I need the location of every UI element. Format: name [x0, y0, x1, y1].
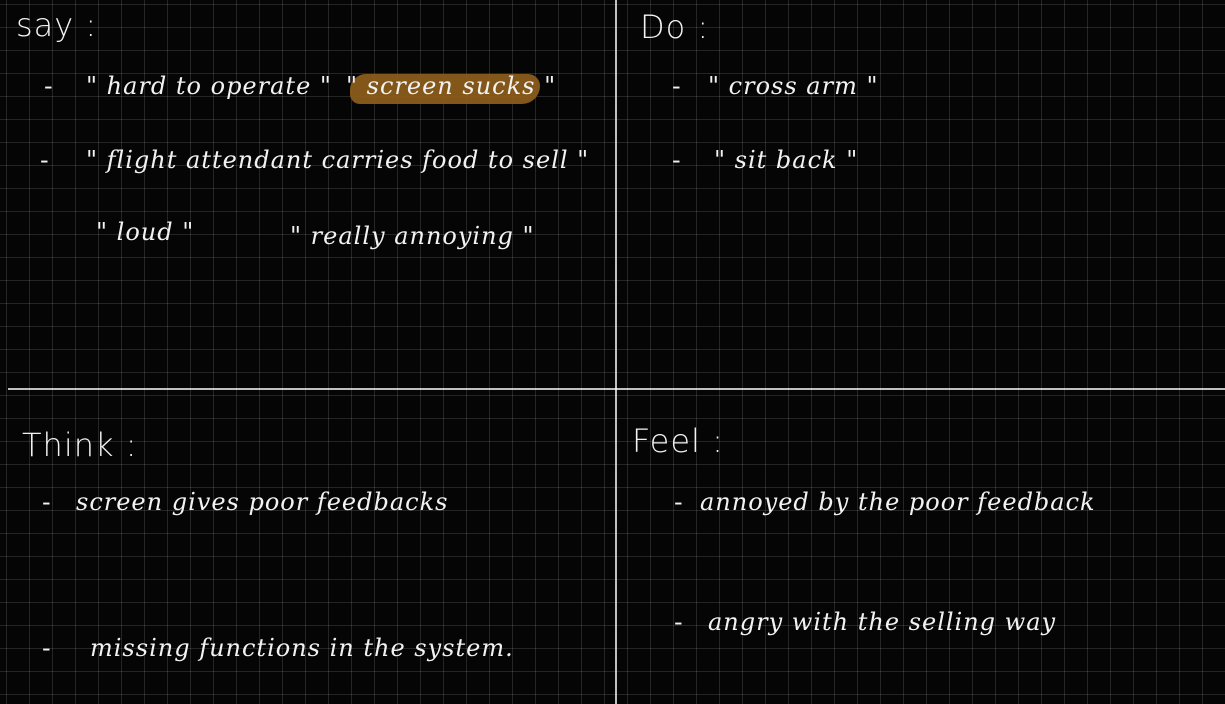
say-note-hard-to-operate: " hard to operate " [86, 72, 332, 100]
feel-note-angry: angry with the selling way [708, 608, 1057, 636]
think-note-missing-functions: missing functions in the system. [90, 634, 514, 662]
think-dash-2: - [42, 634, 52, 662]
horizontal-divider [8, 388, 1225, 390]
feel-dash-1: - [674, 488, 684, 516]
grid-canvas: say : - " hard to operate " " screen suc… [0, 0, 1225, 704]
say-note-loud: " loud " [96, 218, 195, 246]
do-note-cross-arm: " cross arm " [708, 72, 879, 100]
think-heading: Think : [22, 426, 138, 464]
vertical-divider [615, 0, 617, 704]
do-heading: Do : [640, 8, 710, 46]
say-dash-2: - [40, 146, 50, 174]
say-note-flight-attendant: " flight attendant carries food to sell … [86, 146, 590, 174]
feel-dash-2: - [674, 608, 684, 636]
think-dash-1: - [42, 488, 52, 516]
feel-note-annoyed: annoyed by the poor feedback [700, 488, 1096, 516]
say-heading: say : [16, 6, 98, 44]
think-note-poor-feedbacks: screen gives poor feedbacks [76, 488, 449, 516]
do-note-sit-back: " sit back " [714, 146, 859, 174]
say-dash-1: - [44, 72, 54, 100]
feel-heading: Feel : [632, 422, 724, 460]
do-dash-2: - [672, 146, 682, 174]
do-dash-1: - [672, 72, 682, 100]
say-note-really-annoying: " really annoying " [290, 222, 535, 250]
say-note-screen-sucks: " screen sucks " [346, 72, 557, 100]
